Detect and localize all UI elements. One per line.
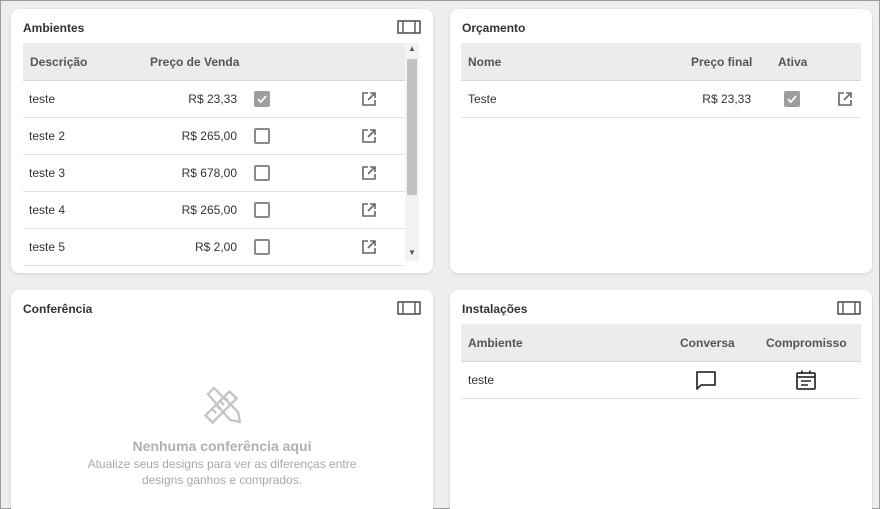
orcamento-card: Orçamento Nome Preço final Ativa Teste R… <box>450 9 872 273</box>
ruler-pencil-icon <box>200 384 244 428</box>
orcamento-title: Orçamento <box>462 21 526 35</box>
ambientes-title: Ambientes <box>23 21 85 35</box>
open-in-new-icon[interactable] <box>361 202 377 218</box>
column-header-descricao[interactable]: Descrição <box>30 55 87 69</box>
table-row[interactable]: teste 3 R$ 678,00 <box>23 155 405 192</box>
view-column-icon[interactable] <box>397 301 421 315</box>
table-row[interactable]: teste 4 R$ 265,00 <box>23 192 405 229</box>
row-checkbox[interactable] <box>254 128 270 144</box>
scroll-up-arrow[interactable]: ▲ <box>405 43 419 55</box>
conferencia-card: Conferência Nenhuma conferência aqui Atu… <box>11 290 433 509</box>
ambientes-scrollbar[interactable]: ▲ ▼ <box>405 43 419 261</box>
conferencia-title: Conferência <box>23 302 93 316</box>
row-descricao: teste 5 <box>29 240 66 254</box>
table-row[interactable]: Teste R$ 23,33 <box>461 81 861 118</box>
column-header-nome[interactable]: Nome <box>468 55 501 69</box>
row-preco-final: R$ 23,33 <box>702 92 751 106</box>
open-in-new-icon[interactable] <box>837 91 853 107</box>
open-in-new-icon[interactable] <box>361 165 377 181</box>
ambientes-table-header: Descrição Preço de Venda <box>23 43 405 81</box>
row-checkbox[interactable] <box>254 202 270 218</box>
ambientes-card: Ambientes Descrição Preço de Venda teste… <box>11 9 433 273</box>
row-checkbox[interactable] <box>254 165 270 181</box>
column-header-ambiente[interactable]: Ambiente <box>468 336 523 350</box>
table-row[interactable]: teste <box>461 362 861 399</box>
row-preco-venda: R$ 265,00 <box>181 203 237 217</box>
table-row[interactable]: teste R$ 23,33 <box>23 81 405 118</box>
table-row[interactable]: teste 2 R$ 265,00 <box>23 118 405 155</box>
row-descricao: teste <box>29 92 56 106</box>
instalacoes-card: Instalações Ambiente Conversa Compromiss… <box>450 290 872 509</box>
scroll-down-arrow[interactable]: ▼ <box>405 247 419 259</box>
row-preco-venda: R$ 2,00 <box>194 240 237 254</box>
row-preco-venda: R$ 265,00 <box>181 129 237 143</box>
empty-subtitle: Atualize seus designs para ver as difere… <box>87 457 357 487</box>
empty-title: Nenhuma conferência aqui <box>132 438 312 454</box>
row-checkbox[interactable] <box>254 91 270 107</box>
instalacoes-table-header: Ambiente Conversa Compromisso <box>461 324 861 362</box>
table-row[interactable]: teste 5 R$ 2,00 <box>23 229 405 266</box>
chat-bubble-icon[interactable] <box>695 370 717 392</box>
column-header-conversa[interactable]: Conversa <box>680 336 735 350</box>
row-checkbox[interactable] <box>254 239 270 255</box>
calendar-icon[interactable] <box>795 369 817 391</box>
column-header-ativa[interactable]: Ativa <box>778 55 807 69</box>
row-descricao: teste 2 <box>29 129 66 143</box>
column-header-compromisso[interactable]: Compromisso <box>766 336 847 350</box>
column-header-preco-final[interactable]: Preço final <box>691 55 752 69</box>
open-in-new-icon[interactable] <box>361 128 377 144</box>
row-preco-venda: R$ 23,33 <box>188 92 237 106</box>
open-in-new-icon[interactable] <box>361 91 377 107</box>
ativa-checkbox[interactable] <box>784 91 800 107</box>
scroll-thumb[interactable] <box>407 59 417 195</box>
row-ambiente: teste <box>468 373 495 387</box>
row-preco-venda: R$ 678,00 <box>181 166 237 180</box>
row-descricao: teste 4 <box>29 203 66 217</box>
view-column-icon[interactable] <box>397 20 421 34</box>
instalacoes-title: Instalações <box>462 302 528 316</box>
open-in-new-icon[interactable] <box>361 239 377 255</box>
row-descricao: teste 3 <box>29 166 66 180</box>
empty-state: Nenhuma conferência aqui Atualize seus d… <box>11 384 433 488</box>
orcamento-table-header: Nome Preço final Ativa <box>461 43 861 81</box>
view-column-icon[interactable] <box>837 301 861 315</box>
column-header-preco-venda[interactable]: Preço de Venda <box>150 55 239 69</box>
row-nome: Teste <box>468 92 497 106</box>
